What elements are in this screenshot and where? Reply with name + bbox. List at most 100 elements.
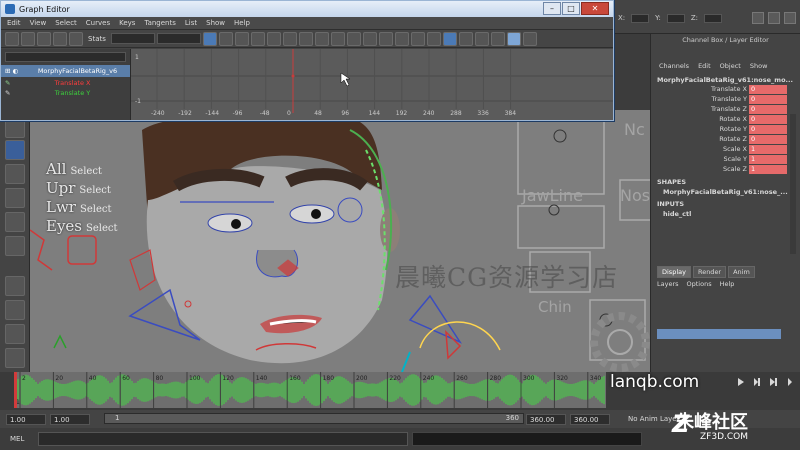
attribute-row[interactable]: Translate Y0	[651, 94, 800, 104]
menu-edit[interactable]: Edit	[7, 19, 21, 27]
cb-menu-object[interactable]: Object	[720, 62, 741, 70]
frame-playback-icon[interactable]	[234, 31, 249, 46]
channel-box-node-name[interactable]: MorphyFacialBetaRig_v61:nose_mo...	[651, 76, 800, 84]
time-slider[interactable]: 2 20 40 60 80 100 120 140 160 180 200 220 240 260 280 3…	[0, 372, 612, 410]
step-forward-icon[interactable]	[754, 378, 760, 386]
graph-area[interactable]: 1 -1 -240 -192 -144 -96 -48 0 48 96 144 192 240 288 33…	[131, 49, 613, 120]
cube-tool-icon[interactable]	[5, 164, 25, 184]
shape-node-name[interactable]: MorphyFacialBetaRig_v61:nose_...	[651, 188, 800, 196]
linear-tangent-icon[interactable]	[282, 31, 297, 46]
step-tangent-icon[interactable]	[314, 31, 329, 46]
layers-menu-layers[interactable]: Layers	[657, 280, 679, 288]
frame-all-icon[interactable]	[202, 31, 217, 46]
menu-show[interactable]: Show	[206, 19, 225, 27]
layers-menu-options[interactable]: Options	[687, 280, 712, 288]
attribute-value-field[interactable]: 0	[749, 84, 787, 94]
tab-render[interactable]: Render	[692, 266, 727, 278]
outliner-node-row[interactable]: ⊞ ◐ MorphyFacialBetaRig_v6	[1, 65, 130, 77]
layout-four-icon[interactable]	[5, 300, 25, 320]
stats-value-field[interactable]	[156, 33, 201, 44]
lattice-deform-icon[interactable]	[53, 31, 67, 46]
stats-frame-field[interactable]	[110, 33, 155, 44]
pre-infinity-icon[interactable]	[474, 31, 489, 46]
menu-curves[interactable]: Curves	[86, 19, 110, 27]
y-field[interactable]	[666, 14, 685, 23]
attribute-value-field[interactable]: 1	[749, 154, 787, 164]
attribute-value-field[interactable]: 0	[749, 114, 787, 124]
mel-label[interactable]: MEL	[10, 435, 24, 443]
outliner-layout-icon[interactable]	[5, 348, 25, 368]
attribute-value-field[interactable]: 0	[749, 104, 787, 114]
playback-start-field[interactable]: 1.00	[50, 413, 90, 425]
layers-menu-help[interactable]: Help	[720, 280, 735, 288]
playback-end-field[interactable]: 360.00	[526, 413, 566, 425]
go-to-end-icon[interactable]	[770, 378, 777, 386]
attribute-row[interactable]: Rotate X0	[651, 114, 800, 124]
attribute-value-field[interactable]: 0	[749, 94, 787, 104]
spline-tangent-icon[interactable]	[250, 31, 265, 46]
tab-display[interactable]: Display	[657, 266, 691, 278]
rotate-tool-icon[interactable]	[5, 212, 25, 232]
denormalize-icon[interactable]	[458, 31, 473, 46]
z-field[interactable]	[704, 14, 723, 23]
attribute-editor-icon[interactable]	[768, 12, 780, 24]
attribute-row[interactable]: Rotate Y0	[651, 124, 800, 134]
lock-weight-icon[interactable]	[394, 31, 409, 46]
close-button[interactable]: ✕	[581, 2, 609, 15]
input-node-name[interactable]: hide_ctl	[651, 210, 800, 218]
attribute-row[interactable]: Rotate Z0	[651, 134, 800, 144]
tool-settings-icon[interactable]	[784, 12, 796, 24]
layout-single-icon[interactable]	[5, 276, 25, 296]
attribute-value-field[interactable]: 0	[749, 134, 787, 144]
outliner-channel-row[interactable]: ✎ Translate Y	[1, 89, 130, 97]
outliner-channel-row[interactable]: ✎ Translate X	[1, 77, 130, 89]
select-lwr-label[interactable]: Lwr Select	[46, 198, 118, 217]
unify-tangents-icon[interactable]	[362, 31, 377, 46]
buffer-curve-icon[interactable]	[410, 31, 425, 46]
sphere-tool-icon[interactable]	[5, 140, 25, 160]
select-upr-label[interactable]: Upr Select	[46, 179, 118, 198]
clamped-tangent-icon[interactable]	[266, 31, 281, 46]
x-field[interactable]	[631, 14, 650, 23]
attribute-row[interactable]: Scale Z1	[651, 164, 800, 174]
post-infinity-icon[interactable]	[490, 31, 505, 46]
select-eyes-label[interactable]: Eyes Select	[46, 217, 118, 236]
break-tangents-icon[interactable]	[346, 31, 361, 46]
go-to-end-double-icon[interactable]	[788, 378, 792, 386]
viewport-panel[interactable]: All Select Upr Select Lwr Select Eyes Select…	[30, 110, 650, 372]
frame-selection-icon[interactable]	[218, 31, 233, 46]
animation-start-field[interactable]: 1.00	[6, 413, 46, 425]
attribute-row[interactable]: Scale X1	[651, 144, 800, 154]
layout-two-icon[interactable]	[5, 324, 25, 344]
outliner-filter-field[interactable]	[5, 52, 126, 62]
insert-key-icon[interactable]	[21, 31, 35, 46]
timeline-track[interactable]: 2 20 40 60 80 100 120 140 160 180 200 220 240 260 280 3…	[14, 372, 606, 408]
menu-list[interactable]: List	[185, 19, 197, 27]
display-layer-row[interactable]	[657, 329, 781, 339]
region-tool-icon[interactable]	[69, 31, 83, 46]
menu-view[interactable]: View	[30, 19, 47, 27]
menu-tangents[interactable]: Tangents	[144, 19, 175, 27]
attribute-row[interactable]: Translate X0	[651, 84, 800, 94]
channel-box-scrollbar[interactable]	[790, 114, 796, 254]
attribute-value-field[interactable]: 1	[749, 164, 787, 174]
animation-end-field[interactable]: 360.00	[570, 413, 610, 425]
flat-tangent-icon[interactable]	[298, 31, 313, 46]
mel-input[interactable]	[38, 432, 409, 446]
tab-anim[interactable]: Anim	[728, 266, 755, 278]
trax-editor-icon[interactable]	[522, 31, 537, 46]
move-tool-icon[interactable]	[5, 188, 25, 208]
swap-buffer-icon[interactable]	[426, 31, 441, 46]
menu-select[interactable]: Select	[55, 19, 77, 27]
menu-keys[interactable]: Keys	[119, 19, 135, 27]
move-key-icon[interactable]	[5, 31, 19, 46]
minimize-button[interactable]: –	[543, 2, 561, 15]
scale-tool-icon[interactable]	[5, 236, 25, 256]
normalize-icon[interactable]	[442, 31, 457, 46]
select-all-label[interactable]: All Select	[46, 160, 118, 179]
range-slider[interactable]: 1 360	[104, 413, 524, 424]
maximize-button[interactable]: □	[562, 2, 580, 15]
free-weight-icon[interactable]	[378, 31, 393, 46]
channel-box-toggle-icon[interactable]	[752, 12, 764, 24]
cb-menu-channels[interactable]: Channels	[659, 62, 689, 70]
